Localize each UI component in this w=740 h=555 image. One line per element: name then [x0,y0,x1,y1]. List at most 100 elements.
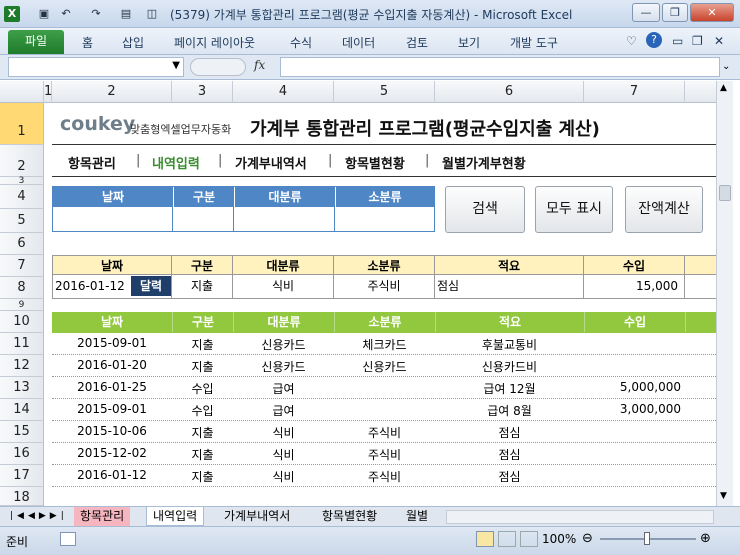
row-header[interactable]: 18 [0,487,44,506]
table-row[interactable]: 2016-01-20 지출 신용카드 신용카드 신용카드비 [52,355,716,377]
restore-doc-icon[interactable]: ❐ [692,34,703,48]
formula-input[interactable] [280,57,720,77]
row-date-cell[interactable]: 2015-12-02 [52,446,172,460]
row-header[interactable]: 4 [0,185,44,209]
row-memo-cell[interactable]: 점심 [435,424,584,441]
row-income-cell[interactable]: 5,000,000 [584,380,685,394]
row-date-cell[interactable]: 2015-09-01 [52,402,172,416]
close-button[interactable]: ✕ [690,3,734,22]
row-memo-cell[interactable]: 점심 [435,446,584,463]
entry-minor-field[interactable]: 주식비 [334,275,435,299]
row-date-cell[interactable]: 2016-01-12 [52,468,172,482]
column-header[interactable]: 4 [233,81,334,103]
form-icon[interactable]: ▤ [118,6,134,22]
tab-page-layout[interactable]: 페이지 레이아웃 [174,34,255,51]
heart-icon[interactable]: ♡ [626,34,637,48]
entry-type-field[interactable]: 지출 [172,275,233,299]
row-minor-cell[interactable]: 체크카드 [334,336,435,353]
row-memo-cell[interactable]: 급여 8월 [435,402,584,419]
row-memo-cell[interactable]: 점심 [435,468,584,485]
entry-memo-field[interactable]: 점심 [435,275,584,299]
row-header[interactable]: 1 [0,103,44,145]
row-type-cell[interactable]: 수입 [172,380,233,397]
tab-insert[interactable]: 삽입 [122,34,144,51]
row-income-cell[interactable]: 3,000,000 [584,402,685,416]
expand-formula-icon[interactable]: ⌄ [722,61,730,72]
excel-icon[interactable]: X [4,6,20,22]
tab-file[interactable]: 파일 [8,30,64,54]
table-row[interactable]: 2016-01-12 지출 식비 주식비 점심 [52,465,716,487]
restore-button[interactable]: ❐ [662,3,688,22]
row-header[interactable]: 13 [0,377,44,399]
zoom-slider-thumb[interactable] [644,532,650,545]
column-header[interactable]: 5 [334,81,435,103]
row-minor-cell[interactable]: 주식비 [334,446,435,463]
row-header[interactable]: 11 [0,333,44,355]
row-header[interactable]: 7 [0,255,44,277]
close-doc-icon[interactable]: ✕ [714,34,724,48]
row-header[interactable]: 10 [0,311,44,333]
insert-function-icon[interactable]: fx [254,58,265,72]
sheet-nav-arrows-icon[interactable]: |◀◀▶▶| [4,507,74,526]
nav-item-items[interactable]: 항목관리 [68,153,116,172]
page-layout-view-icon[interactable] [498,531,516,547]
redo-icon[interactable]: ↷ [88,6,104,22]
scroll-up-icon[interactable]: ▲ [720,83,727,93]
table-row[interactable]: 2016-01-25 수입 급여 급여 12월 5,000,000 [52,377,716,399]
row-major-cell[interactable]: 식비 [233,424,334,441]
row-header[interactable]: 5 [0,209,44,233]
tab-formulas[interactable]: 수식 [290,34,312,51]
zoom-in-icon[interactable]: ⊕ [700,531,711,546]
nav-item-by-item[interactable]: 항목별현황 [345,153,405,172]
vertical-scrollbar[interactable]: ▲ ▼ [716,81,733,506]
entry-income-field[interactable]: 15,000 [584,275,685,299]
search-date-input[interactable] [53,207,173,231]
zoom-level[interactable]: 100% [542,532,576,546]
search-minor-input[interactable] [335,207,434,231]
row-date-cell[interactable]: 2016-01-25 [52,380,172,394]
entry-major-field[interactable]: 식비 [233,275,334,299]
table-row[interactable]: 2015-09-01 지출 신용카드 체크카드 후불교통비 [52,333,716,355]
row-header[interactable]: 3 [0,177,44,186]
scroll-down-icon[interactable]: ▼ [720,491,727,501]
scroll-thumb[interactable] [719,185,731,201]
nav-item-entry[interactable]: 내역입력 [152,153,200,172]
row-header[interactable]: 16 [0,443,44,465]
row-header[interactable]: 2 [0,145,44,177]
search-button[interactable]: 검색 [445,186,525,233]
row-date-cell[interactable]: 2015-10-06 [52,424,172,438]
row-major-cell[interactable]: 급여 [233,380,334,397]
table-row[interactable]: 2015-09-01 수입 급여 급여 8월 3,000,000 [52,399,716,421]
row-type-cell[interactable]: 지출 [172,336,233,353]
row-header[interactable]: 15 [0,421,44,443]
row-minor-cell[interactable]: 주식비 [334,424,435,441]
show-all-button[interactable]: 모두 표시 [535,186,613,233]
tab-developer[interactable]: 개발 도구 [510,34,558,51]
tab-view[interactable]: 보기 [458,34,480,51]
row-memo-cell[interactable]: 후불교통비 [435,336,584,353]
row-type-cell[interactable]: 수입 [172,402,233,419]
sheet-tab-ledger[interactable]: 가계부내역서 [218,507,296,526]
horizontal-scrollbar[interactable] [446,510,714,524]
row-memo-cell[interactable]: 급여 12월 [435,380,584,397]
camera-icon[interactable]: ◫ [144,6,160,22]
row-header[interactable]: 17 [0,465,44,487]
entry-overflow-field[interactable] [685,275,716,299]
row-major-cell[interactable]: 식비 [233,468,334,485]
zoom-out-icon[interactable]: ⊖ [582,531,593,546]
sheet-tab-monthly[interactable]: 월별 [400,507,434,526]
select-all-corner[interactable] [0,81,44,103]
nav-item-ledger[interactable]: 가계부내역서 [235,153,307,172]
column-header[interactable]: 3 [172,81,233,103]
row-minor-cell[interactable]: 주식비 [334,468,435,485]
row-type-cell[interactable]: 지출 [172,424,233,441]
balance-button[interactable]: 잔액계산 [625,186,703,233]
column-header[interactable]: 7 [584,81,685,103]
row-date-cell[interactable]: 2016-01-20 [52,358,172,372]
row-type-cell[interactable]: 지출 [172,468,233,485]
chevron-down-icon[interactable]: ▼ [172,60,180,71]
sheet-tab-by-item[interactable]: 항목별현황 [316,507,383,526]
column-header[interactable]: 1 [44,81,52,103]
row-major-cell[interactable]: 급여 [233,402,334,419]
nav-item-monthly[interactable]: 월별가계부현황 [442,153,526,172]
